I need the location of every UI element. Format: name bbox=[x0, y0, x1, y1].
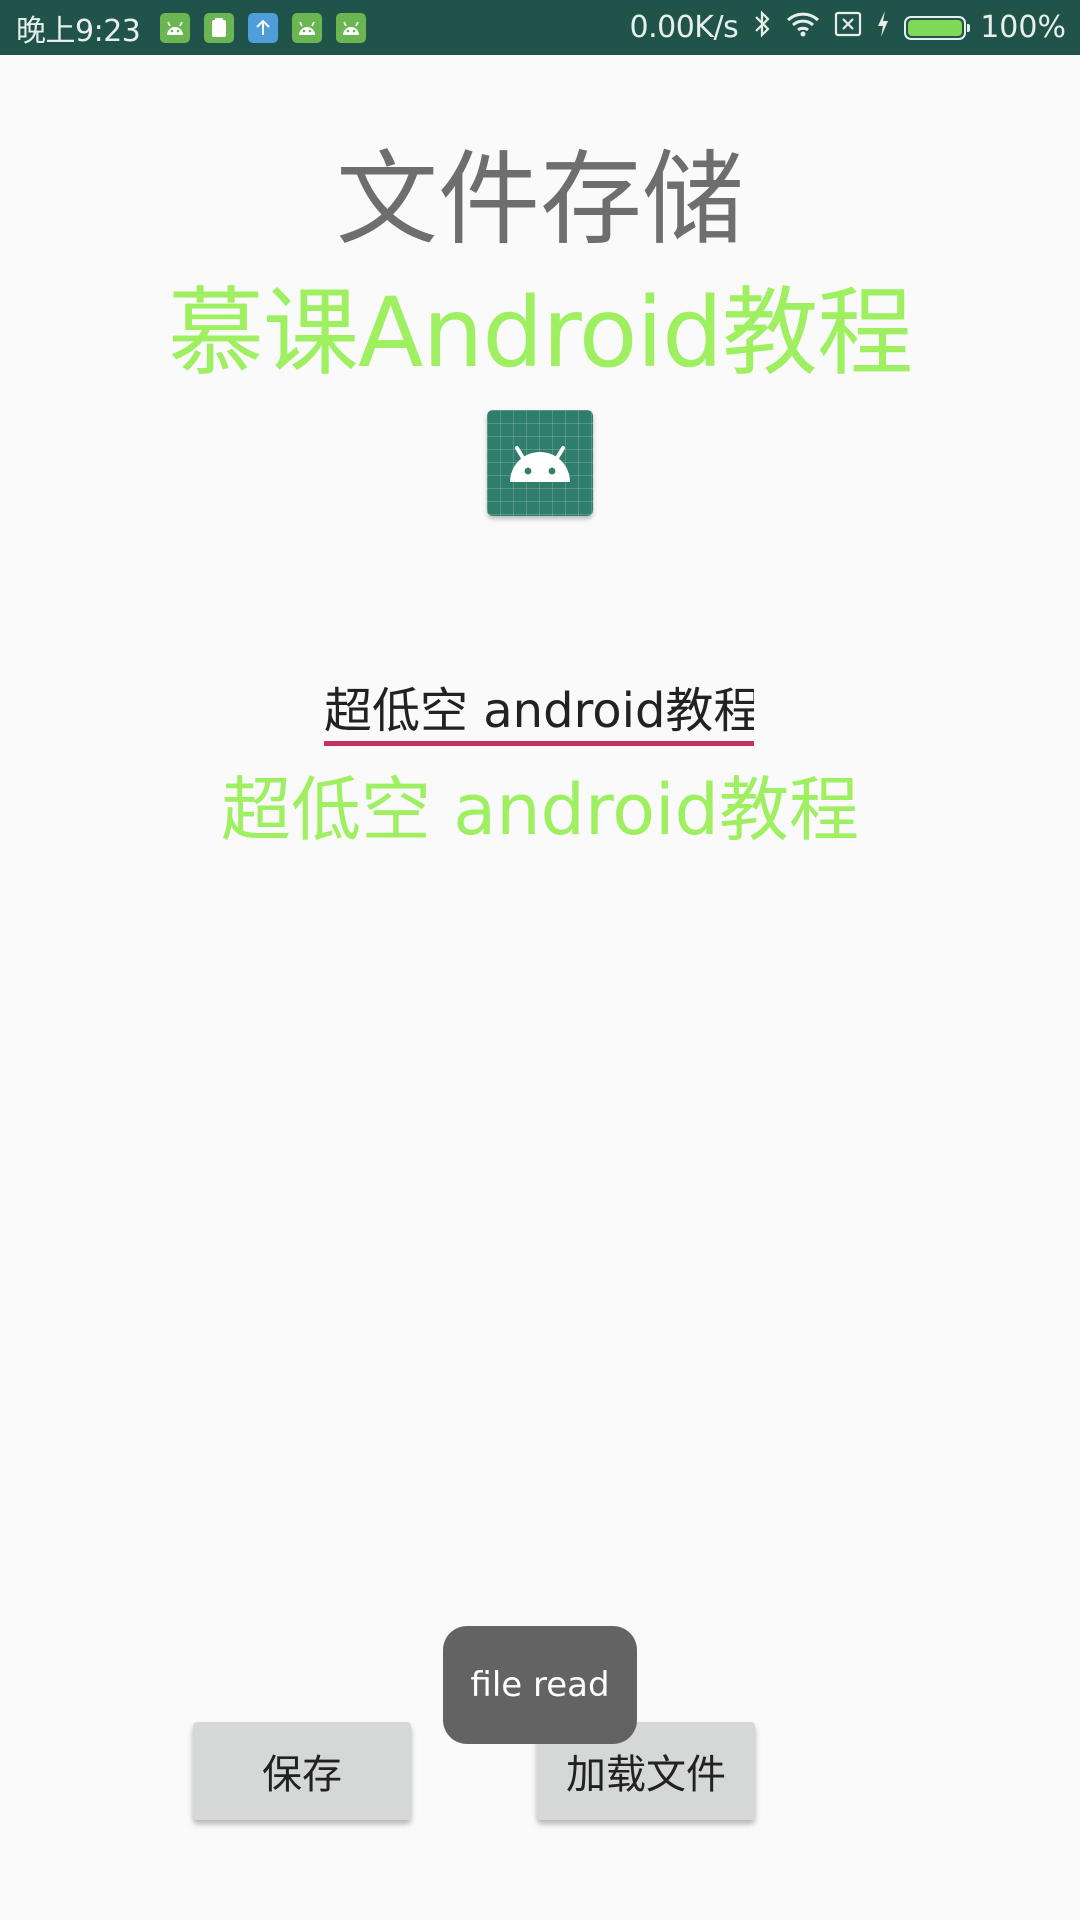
page-subtitle: 慕课Android教程 bbox=[167, 277, 913, 389]
read-result-text: 超低空 android教程 bbox=[221, 769, 859, 851]
page-title: 文件存储 bbox=[336, 141, 744, 260]
status-bar: 晚上9:23 0.00K/s 100% bbox=[0, 0, 1080, 55]
wifi-icon bbox=[786, 10, 820, 45]
android-image bbox=[487, 410, 593, 516]
toast-message: file read bbox=[443, 1626, 637, 1744]
android-notification-icon bbox=[160, 12, 191, 43]
network-speed: 0.00K/s bbox=[629, 10, 739, 45]
no-sim-icon bbox=[834, 10, 862, 45]
android-notification-icon bbox=[336, 12, 367, 43]
status-time: 晚上9:23 bbox=[16, 13, 141, 49]
clipboard-notification-icon bbox=[204, 12, 235, 43]
status-bar-left: 晚上9:23 bbox=[16, 6, 367, 50]
content-input[interactable] bbox=[324, 670, 754, 746]
bluetooth-icon bbox=[752, 9, 772, 47]
save-button[interactable]: 保存 bbox=[193, 1722, 411, 1820]
upload-notification-icon bbox=[248, 12, 279, 43]
battery-percent: 100% bbox=[980, 10, 1066, 45]
charging-icon bbox=[876, 10, 890, 46]
battery-level-fill bbox=[908, 19, 963, 36]
android-notification-icon bbox=[292, 12, 323, 43]
android-icon bbox=[510, 446, 570, 482]
status-bar-right: 0.00K/s 100% bbox=[629, 9, 1066, 47]
battery-icon bbox=[904, 15, 971, 40]
